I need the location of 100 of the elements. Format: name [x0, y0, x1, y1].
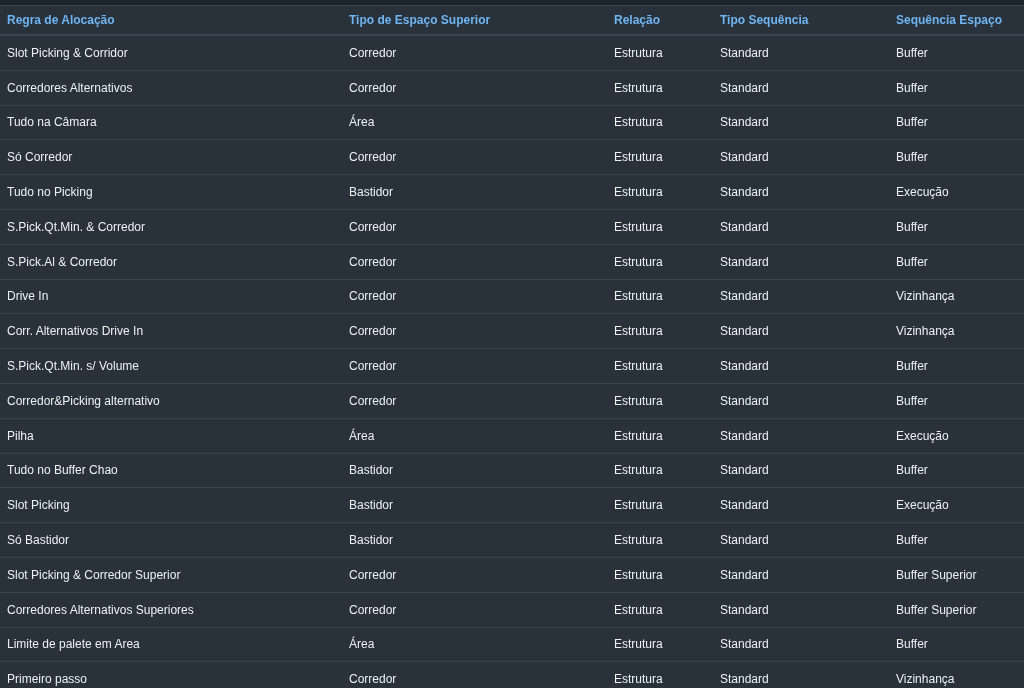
- table-cell-text: Execução: [896, 428, 950, 443]
- column-header[interactable]: Relação: [614, 13, 720, 27]
- table-cell-text: Tudo no Picking: [7, 185, 94, 200]
- table-cell-text: Standard: [720, 498, 770, 513]
- table-cell-text: Standard: [720, 219, 770, 234]
- table-cell-text: Standard: [720, 393, 770, 408]
- table-cell-text: Slot Picking & Corridor: [7, 45, 129, 60]
- table-cell-text: Standard: [720, 289, 770, 304]
- table-row[interactable]: Drive In Corredor Estrutura Standard Vizinhança: [0, 279, 1024, 315]
- table-cell-text: Limite de palete em Area: [7, 637, 141, 652]
- table-cell-text: Execução: [896, 498, 950, 513]
- table-cell-text: Buffer Superior: [896, 567, 978, 582]
- table-cell-text: Slot Picking & Corredor Superior: [7, 567, 182, 582]
- table-cell-text: Vizinhança: [896, 672, 956, 687]
- column-header[interactable]: Tipo Sequência: [720, 13, 896, 27]
- table-cell-text: Buffer: [896, 150, 929, 165]
- table-cell-text: Estrutura: [614, 602, 664, 617]
- table-cell-text: Estrutura: [614, 324, 664, 339]
- table-row[interactable]: Corredores Alternativos Corredor Estrutura Standard Buffer: [0, 70, 1024, 106]
- table-cell-text: Bastidor: [349, 463, 395, 478]
- table-cell-text: Buffer: [896, 254, 929, 269]
- table-row[interactable]: Só Corredor Corredor Estrutura Standard Buffer: [0, 140, 1024, 176]
- table-cell-text: Vizinhança: [896, 289, 956, 304]
- table-row[interactable]: S.Pick.Al & Corredor Corredor Estrutura Standard Buffer: [0, 244, 1024, 280]
- table-cell-text: Área: [349, 115, 376, 130]
- table-cell-text: Standard: [720, 150, 770, 165]
- table-cell-text: Standard: [720, 463, 770, 478]
- table-cell-text: Estrutura: [614, 185, 664, 200]
- table-cell-text: Slot Picking: [7, 498, 71, 513]
- table-cell-text: Corredor: [349, 254, 398, 269]
- table-cell-text: Área: [349, 637, 376, 652]
- table-row[interactable]: Tudo no Picking Bastidor Estrutura Standard Execução: [0, 175, 1024, 210]
- column-header[interactable]: Sequência Espaço: [896, 13, 1024, 27]
- table-cell-text: Corredor: [349, 567, 398, 582]
- table-cell-text: Standard: [720, 254, 770, 269]
- table-cell-text: Estrutura: [614, 567, 664, 582]
- table-cell-text: Standard: [720, 185, 770, 200]
- table-cell-text: Corredores Alternativos: [7, 80, 134, 95]
- table-row[interactable]: Corr. Alternativos Drive In Corredor Estrutura Standard Vizinhança: [0, 314, 1024, 350]
- table-cell-text: Standard: [720, 428, 770, 443]
- table-cell-text: Só Corredor: [7, 150, 74, 165]
- table-cell-text: Corredor: [349, 219, 398, 234]
- table-cell-text: Buffer: [896, 393, 929, 408]
- table-cell-text: Corredor: [349, 602, 398, 617]
- table-row[interactable]: Corredor&Picking alternativo Corredor Estrutura Standard Buffer: [0, 383, 1024, 419]
- table-cell-text: Estrutura: [614, 289, 664, 304]
- table-cell-text: Estrutura: [614, 637, 664, 652]
- table-cell-text: Estrutura: [614, 533, 664, 548]
- table-cell-text: Corredor: [349, 324, 398, 339]
- table-cell-text: Tudo no Buffer Chao: [7, 463, 119, 478]
- table-cell-text: Corredor: [349, 289, 398, 304]
- table-cell-text: Standard: [720, 672, 770, 687]
- table-cell-text: Estrutura: [614, 150, 664, 165]
- table-cell-text: Corredor&Picking alternativo: [7, 393, 161, 408]
- table-cell-text: Estrutura: [614, 672, 664, 687]
- table-cell-text: Vizinhança: [896, 324, 956, 339]
- table-cell-text: Estrutura: [614, 393, 664, 408]
- table-cell-text: Buffer: [896, 80, 929, 95]
- table-cell-text: Buffer: [896, 359, 929, 374]
- table-cell-text: S.Pick.Al & Corredor: [7, 254, 119, 269]
- table-cell-text: Área: [349, 428, 376, 443]
- table-row[interactable]: Pilha Área Estrutura Standard Execução: [0, 418, 1024, 454]
- table-cell-text: Estrutura: [614, 115, 664, 130]
- table-cell-text: Buffer: [896, 533, 929, 548]
- table-cell-text: Buffer: [896, 45, 929, 60]
- table-cell-text: Standard: [720, 80, 770, 95]
- table-cell-text: Standard: [720, 359, 770, 374]
- column-header[interactable]: Regra de Alocação: [7, 13, 349, 27]
- table-cell-text: Execução: [896, 185, 950, 200]
- table-cell-text: Primeiro passo: [7, 672, 89, 687]
- table-row[interactable]: Primeiro passo Corredor Estrutura Standard Vizinhança: [0, 662, 1024, 688]
- table-row[interactable]: Slot Picking Bastidor Estrutura Standard Execução: [0, 488, 1024, 524]
- table-cell-text: Standard: [720, 637, 770, 652]
- table-cell-text: Buffer Superior: [896, 602, 978, 617]
- table-cell-text: Corredores Alternativos Superiores: [7, 602, 195, 617]
- table-cell-text: Corredor: [349, 393, 398, 408]
- table-cell-text: Estrutura: [614, 219, 664, 234]
- table-cell-text: Estrutura: [614, 428, 664, 443]
- table-cell-text: Bastidor: [349, 498, 395, 513]
- table-row[interactable]: Tudo no Buffer Chao Bastidor Estrutura Standard Buffer: [0, 453, 1024, 489]
- table-row[interactable]: S.Pick.Qt.Min. s/ Volume Corredor Estrutura Standard Buffer: [0, 349, 1024, 384]
- table-cell-text: Tudo na Câmara: [7, 115, 98, 130]
- table-cell-text: Corredor: [349, 359, 398, 374]
- table-row[interactable]: Limite de palete em Area Área Estrutura Standard Buffer: [0, 627, 1024, 663]
- table-row[interactable]: Slot Picking & Corridor Corredor Estrutura Standard Buffer: [0, 36, 1024, 71]
- table-cell-text: S.Pick.Qt.Min. & Corredor: [7, 219, 147, 234]
- table-cell-text: Standard: [720, 567, 770, 582]
- table-cell-text: Buffer: [896, 637, 929, 652]
- table-cell-text: Buffer: [896, 463, 929, 478]
- table-cell-text: Corr. Alternativos Drive In: [7, 324, 145, 339]
- table-row[interactable]: Slot Picking & Corredor Superior Corredor Estrutura Standard Buffer Superior: [0, 557, 1024, 593]
- table-cell-text: Corredor: [349, 150, 398, 165]
- table-row[interactable]: S.Pick.Qt.Min. & Corredor Corredor Estrutura Standard Buffer: [0, 210, 1024, 245]
- table-row[interactable]: Só Bastidor Bastidor Estrutura Standard Buffer: [0, 523, 1024, 558]
- table-row[interactable]: Corredores Alternativos Superiores Corredor Estrutura Standard Buffer Superior: [0, 592, 1024, 628]
- table-cell-text: Standard: [720, 533, 770, 548]
- table-cell-text: Standard: [720, 115, 770, 130]
- table-cell-text: S.Pick.Qt.Min. s/ Volume: [7, 359, 141, 374]
- column-header[interactable]: Tipo de Espaço Superior: [349, 13, 614, 27]
- table-row[interactable]: Tudo na Câmara Área Estrutura Standard Buffer: [0, 105, 1024, 141]
